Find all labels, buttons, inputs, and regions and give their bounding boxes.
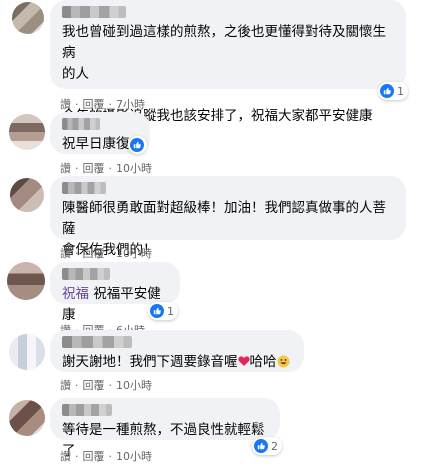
avatar[interactable] [9, 400, 45, 436]
comment-bubble: 陳醫師很勇敢面對超級棒！加油！我們認真做事的人菩薩 會保佑我們的！ [50, 176, 406, 258]
avatar[interactable] [10, 178, 44, 212]
comment-bubble: 我也曾碰到過這樣的煎熬，之後也更懂得對待及關懷生病 的人 今年的攝影追蹤我也該安… [50, 0, 406, 124]
comment-actions: 讚 · 回覆 · 10小時 [60, 377, 152, 393]
author-name-redacted[interactable] [62, 182, 106, 194]
separator: · [108, 449, 113, 463]
like-button[interactable]: 讚 [60, 245, 71, 261]
author-name-redacted[interactable] [62, 118, 100, 130]
comment-text: 謝天謝地！我們下週要錄音喔 哈哈 [62, 352, 292, 373]
author-name-redacted[interactable] [62, 336, 132, 348]
author-name-redacted[interactable] [62, 6, 126, 18]
separator: · [75, 246, 79, 260]
separator: · [108, 246, 113, 260]
reaction-number: 1 [167, 304, 174, 318]
timestamp[interactable]: 7小時 [116, 96, 145, 112]
reply-button[interactable]: 回覆 [83, 160, 105, 176]
separator: · [75, 97, 79, 111]
author-name-redacted[interactable] [62, 268, 110, 280]
heart-emoji-icon [237, 356, 250, 366]
comment-bubble: 等待是一種煎熬，不過良性就輕鬆了 [50, 398, 280, 459]
like-icon [130, 138, 144, 152]
timestamp[interactable]: 10小時 [116, 377, 152, 393]
separator: · [108, 378, 113, 392]
avatar[interactable] [9, 114, 45, 150]
author-name-redacted[interactable] [62, 404, 112, 416]
reply-button[interactable]: 回覆 [83, 96, 105, 112]
comment-bubble: 祝福 祝福平安健康 [50, 262, 180, 323]
grinning-emoji-icon [276, 355, 290, 368]
like-button[interactable]: 讚 [60, 377, 71, 393]
reply-button[interactable]: 回覆 [83, 245, 105, 261]
reaction-number: 2 [271, 439, 278, 453]
comment-text: 祝早日康復 [62, 136, 130, 152]
avatar[interactable] [9, 334, 45, 370]
reply-button[interactable]: 回覆 [83, 377, 105, 393]
reaction-count[interactable]: 1 [148, 302, 178, 320]
mention-tag[interactable]: 祝福 [62, 286, 89, 302]
timestamp[interactable]: 10小時 [116, 448, 152, 464]
comment-bubble: 謝天謝地！我們下週要錄音喔 哈哈 [50, 330, 304, 372]
comment-actions: 讚 · 回覆 · 7小時 [60, 96, 145, 112]
separator: · [108, 161, 113, 175]
separator: · [75, 449, 79, 463]
like-button[interactable]: 讚 [60, 160, 71, 176]
avatar[interactable] [12, 2, 44, 34]
like-icon [254, 439, 268, 453]
comment-actions: 讚 · 回覆 · 10小時 [60, 160, 152, 176]
timestamp[interactable]: 10小時 [116, 160, 152, 176]
like-icon [380, 84, 394, 98]
comment-actions: 讚 · 回覆 · 10小時 [60, 245, 152, 261]
separator: · [75, 161, 79, 175]
like-icon [150, 304, 164, 318]
like-button[interactable]: 讚 [60, 96, 71, 112]
comment-actions: 讚 · 回覆 · 10小時 [60, 448, 152, 464]
separator: · [108, 97, 113, 111]
reaction-number: 1 [397, 84, 404, 98]
like-button[interactable]: 讚 [60, 448, 71, 464]
reply-button[interactable]: 回覆 [83, 448, 105, 464]
separator: · [75, 378, 79, 392]
avatar[interactable] [7, 262, 45, 300]
reaction-count[interactable]: 2 [252, 437, 282, 455]
reaction-count[interactable] [128, 136, 147, 154]
timestamp[interactable]: 10小時 [116, 245, 152, 261]
reaction-count[interactable]: 1 [378, 82, 408, 100]
